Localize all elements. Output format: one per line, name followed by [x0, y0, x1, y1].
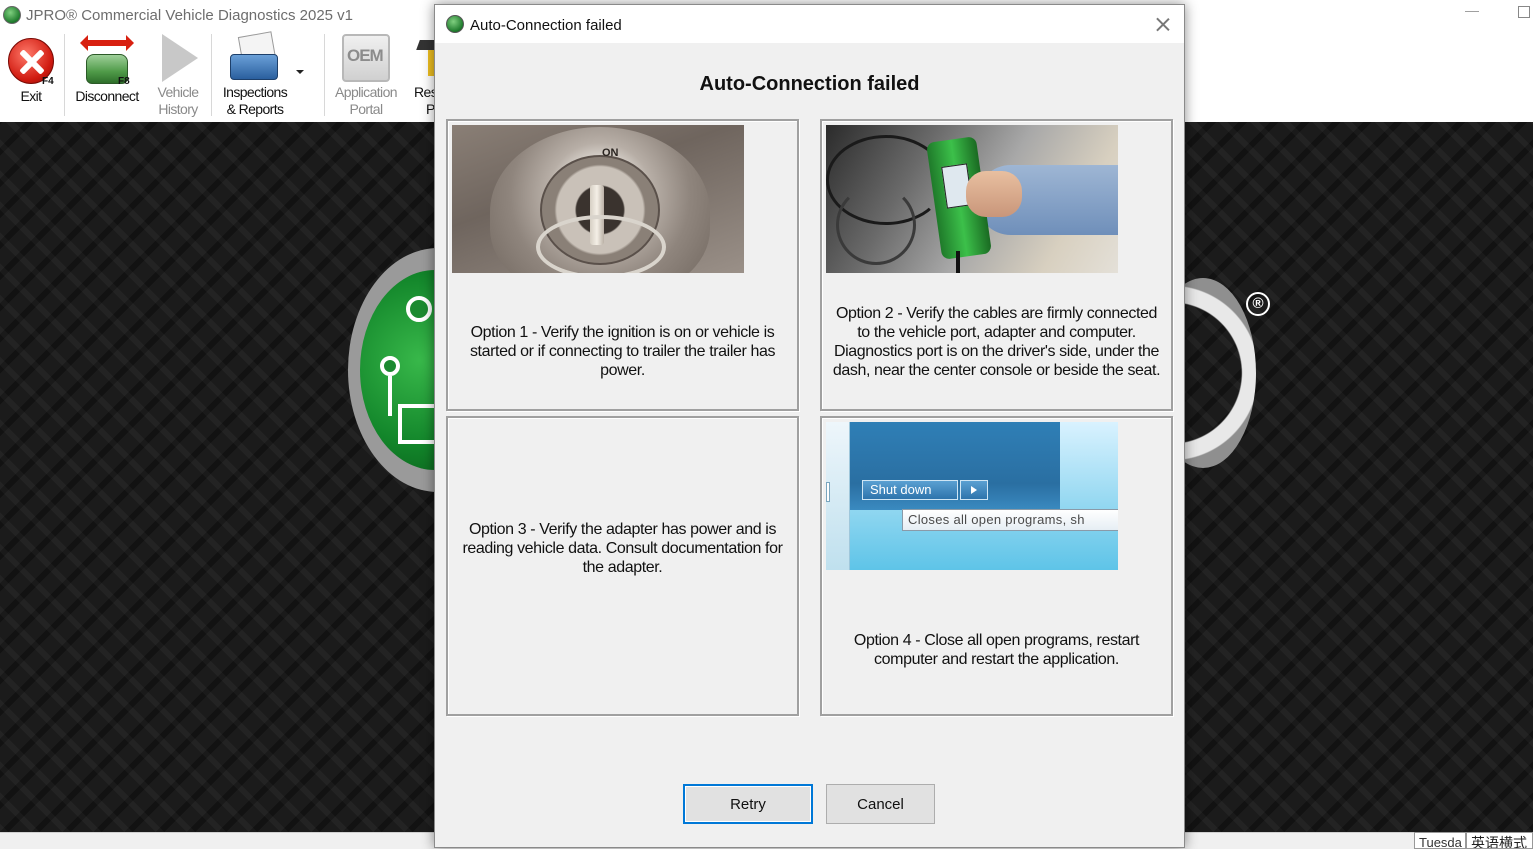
option-2-panel: Option 2 - Verify the cables are firmly … [820, 119, 1173, 411]
jpro-logo-icon [3, 6, 21, 24]
ignition-switch-image: ON [452, 125, 744, 273]
emblem-circuit-node [406, 296, 432, 322]
inspections-dropdown-icon[interactable] [296, 70, 304, 78]
minimize-icon[interactable]: — [1462, 2, 1482, 22]
ignition-on-label: ON [602, 147, 619, 159]
jpro-logo-icon [446, 15, 464, 33]
option-3-panel: Option 3 - Verify the adapter has power … [446, 416, 799, 716]
registered-mark: ® [1246, 292, 1270, 316]
shutdown-image-tooltip: Closes all open programs, sh [902, 509, 1118, 531]
toolbar-separator [324, 34, 325, 116]
option-4-text: Option 4 - Close all open programs, rest… [853, 632, 1140, 668]
application-portal-label-1: Application [335, 84, 397, 100]
option-4-panel: Shut down Closes all open programs, sh O… [820, 416, 1173, 716]
shutdown-arrow-icon [960, 480, 988, 500]
inspections-reports-button[interactable]: Inspections & Reports [214, 30, 296, 120]
option-2-text: Option 2 - Verify the cables are firmly … [832, 305, 1161, 379]
exit-label: Exit [20, 88, 43, 104]
emblem-circuit-node [380, 356, 400, 376]
inspections-label-2: & Reports [226, 101, 284, 117]
application-portal-button: OEM Application Portal [330, 30, 402, 120]
vehicle-history-button: Vehicle History [150, 30, 206, 120]
application-portal-label-2: Portal [349, 101, 384, 117]
taskbar-ime-indicator[interactable]: 英语横式 [1466, 832, 1533, 849]
shutdown-image-button: Shut down [862, 480, 958, 500]
printer-icon [230, 31, 282, 84]
option-1-text: Option 1 - Verify the ignition is on or … [469, 324, 776, 379]
vehicle-history-icon [160, 34, 200, 84]
app-title: JPRO® Commercial Vehicle Diagnostics 202… [26, 7, 354, 24]
disconnect-fkey: F8 [118, 76, 130, 87]
dialog-titlebar: Auto-Connection failed [435, 5, 1184, 43]
oem-icon: OEM [342, 34, 390, 82]
shutdown-screenshot-image: Shut down Closes all open programs, sh [826, 422, 1118, 570]
cancel-button[interactable]: Cancel [826, 784, 935, 824]
maximize-icon[interactable] [1518, 6, 1530, 18]
close-icon[interactable] [1151, 13, 1175, 37]
retry-button[interactable]: Retry [683, 784, 813, 824]
option-3-text: Option 3 - Verify the adapter has power … [462, 521, 783, 576]
diagnostic-adapter-image [826, 125, 1118, 273]
oem-icon-text: OEM [347, 46, 384, 65]
vehicle-history-label-1: Vehicle [157, 84, 200, 100]
taskbar-date: Tuesda [1414, 832, 1466, 849]
disconnect-label: Disconnect [75, 88, 139, 104]
toolbar-separator [211, 34, 212, 116]
exit-button[interactable]: F4 Exit [0, 30, 62, 120]
vehicle-history-label-2: History [158, 101, 198, 117]
auto-connection-dialog: Auto-Connection failed Auto-Connection f… [434, 4, 1185, 848]
option-1-panel: ON Option 1 - Verify the ignition is on … [446, 119, 799, 411]
dialog-title: Auto-Connection failed [470, 17, 622, 34]
disconnect-button[interactable]: F8 Disconnect [66, 30, 148, 120]
toolbar-separator [64, 34, 65, 116]
dialog-heading: Auto-Connection failed [699, 73, 920, 95]
emblem-circuit-box [398, 404, 436, 444]
exit-fkey: F4 [42, 76, 54, 87]
inspections-label-1: Inspections [222, 84, 288, 100]
emblem-circuit-line [388, 376, 392, 416]
